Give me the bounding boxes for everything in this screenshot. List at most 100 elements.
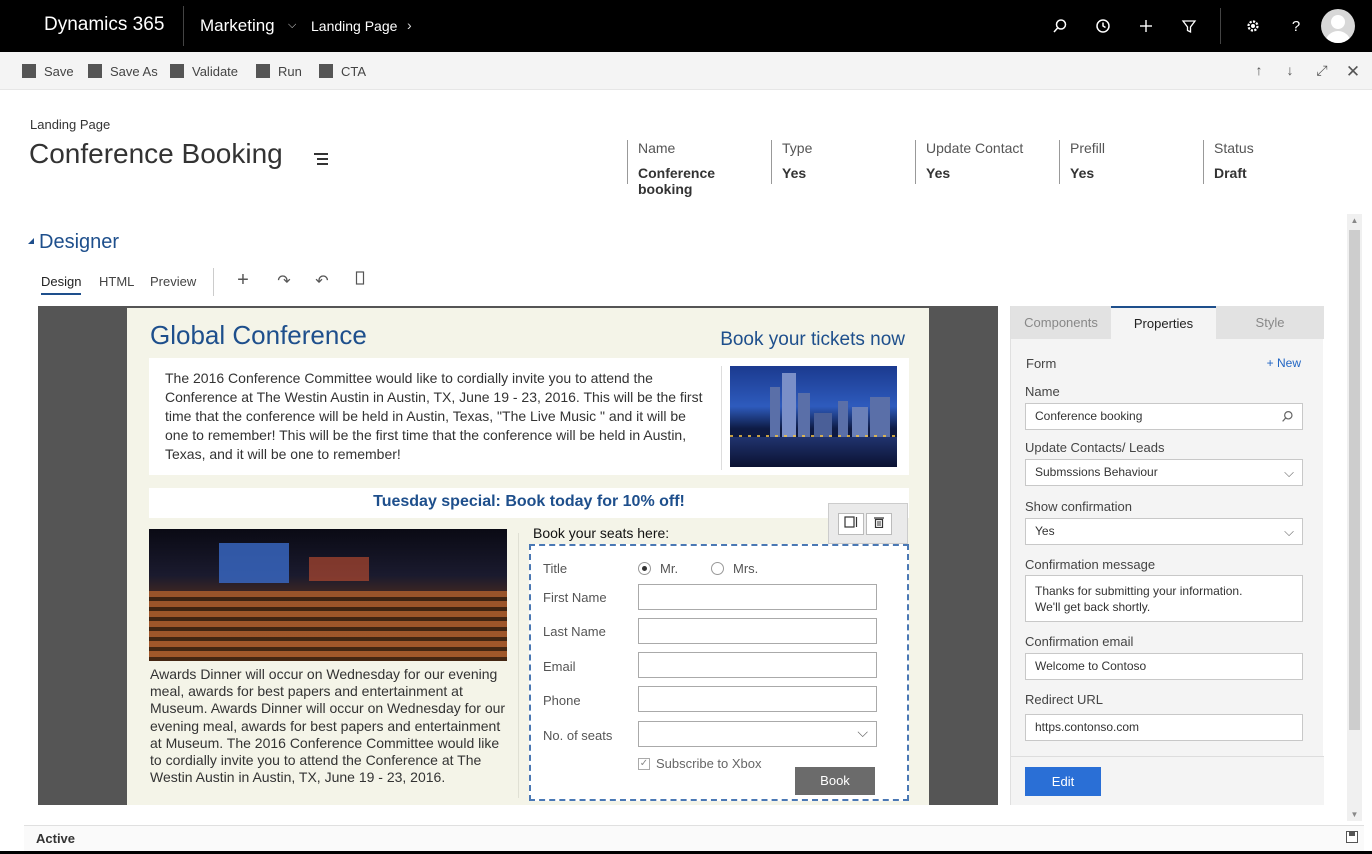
scroll-down-icon[interactable]: ▼ <box>1350 810 1359 819</box>
intro-divider <box>721 366 722 470</box>
close-icon[interactable]: ✕ <box>1344 62 1362 81</box>
app-window: Dynamics 365 Marketing ⌵ Landing Page › … <box>0 0 1372 854</box>
redirect-url-label: Redirect URL <box>1025 692 1104 707</box>
title-label: Title <box>543 561 568 576</box>
tab-html[interactable]: HTML <box>99 274 134 289</box>
seats-select[interactable]: ⌵ <box>638 721 877 747</box>
conference-hall-image[interactable] <box>149 529 507 661</box>
scroll-up-icon[interactable]: ▲ <box>1350 216 1359 225</box>
settings-icon[interactable] <box>1241 14 1265 38</box>
edit-button[interactable]: Edit <box>1025 767 1101 796</box>
cta-button[interactable]: CTA <box>319 63 366 79</box>
entity-type-label: Landing Page <box>30 117 111 132</box>
radio-mr[interactable]: Mr. <box>638 561 678 576</box>
search-icon[interactable] <box>1048 14 1072 38</box>
edit-block-icon[interactable] <box>838 513 864 535</box>
plus-icon[interactable] <box>1134 14 1158 38</box>
top-nav-bar: Dynamics 365 Marketing ⌵ Landing Page › … <box>0 0 1372 52</box>
expand-icon[interactable]: ⤢ <box>1313 62 1331 80</box>
chevron-down-icon[interactable]: ⌵ <box>288 19 296 32</box>
awards-text[interactable]: Awards Dinner will occur on Wednesday fo… <box>150 666 510 786</box>
panel-section-title: Form <box>1026 356 1057 371</box>
user-avatar[interactable] <box>1321 9 1355 43</box>
page-heading[interactable]: Global Conference <box>150 320 367 351</box>
confirmation-message-label: Confirmation message <box>1025 557 1156 572</box>
intro-text: The 2016 Conference Committee would like… <box>165 370 703 462</box>
confirmation-email-input[interactable]: Welcome to Contoso <box>1025 653 1303 680</box>
validate-button[interactable]: Validate <box>170 63 238 79</box>
save-as-icon <box>88 64 102 78</box>
help-icon[interactable]: ? <box>1284 14 1308 38</box>
arrow-up-icon[interactable]: ↑ <box>1250 62 1268 80</box>
special-offer-banner[interactable]: Tuesday special: Book today for 10% off! <box>149 488 909 518</box>
tab-preview[interactable]: Preview <box>150 274 196 289</box>
delete-block-icon[interactable] <box>866 513 892 535</box>
tab-properties[interactable]: Properties <box>1111 306 1216 339</box>
record-status: Active <box>36 831 76 846</box>
arrow-down-icon[interactable]: ↓ <box>1281 62 1299 80</box>
first-name-label: First Name <box>543 590 607 605</box>
book-button[interactable]: Book <box>795 767 875 795</box>
designer-section-title[interactable]: Designer <box>39 231 119 254</box>
chevron-right-icon[interactable]: › <box>407 17 412 33</box>
show-confirmation-select[interactable]: Yes ⌵ <box>1025 518 1303 545</box>
booking-form[interactable]: Title Mr. Mrs. First Name Last Name Emai… <box>529 544 909 801</box>
new-link[interactable]: + New <box>1267 356 1301 370</box>
city-skyline-image[interactable] <box>730 366 897 467</box>
name-label: Name <box>1025 384 1060 399</box>
nav-divider <box>183 6 184 46</box>
header-field-status: Status Draft <box>1203 140 1333 184</box>
validate-icon <box>170 64 184 78</box>
redirect-url-input[interactable]: https.contonso.com <box>1025 714 1303 741</box>
last-name-input[interactable] <box>638 618 877 644</box>
scroll-thumb[interactable] <box>1349 230 1360 730</box>
show-confirmation-label: Show confirmation <box>1025 499 1132 514</box>
intro-section[interactable]: The 2016 Conference Committee would like… <box>149 358 909 475</box>
seats-label: No. of seats <box>543 728 613 743</box>
booking-form-title[interactable]: Book your seats here: <box>533 525 669 541</box>
tab-components[interactable]: Components <box>1011 306 1111 339</box>
app-brand[interactable]: Dynamics 365 <box>44 14 164 36</box>
header-field-type: Type Yes <box>771 140 915 184</box>
subscribe-checkbox[interactable]: ✓ Subscribe to Xbox <box>638 756 762 771</box>
history-icon[interactable] <box>1091 14 1115 38</box>
run-button[interactable]: Run <box>256 63 302 79</box>
search-icon[interactable] <box>1281 404 1294 431</box>
filter-icon[interactable] <box>1177 14 1201 38</box>
save-as-button[interactable]: Save As <box>88 63 158 79</box>
designer-canvas[interactable]: Global Conference Book your tickets now … <box>38 306 998 805</box>
chevron-down-icon: ⌵ <box>1284 465 1294 480</box>
header-field-prefill: Prefill Yes <box>1059 140 1203 184</box>
phone-input[interactable] <box>638 686 877 712</box>
device-icon[interactable] <box>350 271 370 291</box>
email-input[interactable] <box>638 652 877 678</box>
redo-icon[interactable]: ↷ <box>274 271 294 291</box>
breadcrumb-landing-page[interactable]: Landing Page <box>311 18 397 34</box>
special-offer-text: Tuesday special: Book today for 10% off! <box>373 493 685 510</box>
vertical-scrollbar[interactable]: ▲ ▼ <box>1347 214 1362 821</box>
panel-footer: Edit <box>1011 756 1324 805</box>
title-menu-icon[interactable] <box>308 151 328 167</box>
save-icon[interactable] <box>1346 831 1358 843</box>
name-lookup-input[interactable]: Conference booking <box>1025 403 1303 430</box>
tab-style[interactable]: Style <box>1216 306 1324 339</box>
save-icon <box>22 64 36 78</box>
tab-design[interactable]: Design <box>41 274 82 295</box>
phone-label: Phone <box>543 693 581 708</box>
undo-icon[interactable]: ↶ <box>312 271 332 291</box>
book-tickets-link[interactable]: Book your tickets now <box>720 329 905 351</box>
properties-panel: Components Properties Style Form + New N… <box>1010 306 1324 805</box>
radio-mrs[interactable]: Mrs. <box>711 561 758 576</box>
save-button[interactable]: Save <box>22 63 74 79</box>
first-name-input[interactable] <box>638 584 877 610</box>
checkbox-checked-icon: ✓ <box>638 757 650 770</box>
module-selector[interactable]: Marketing <box>200 16 275 36</box>
confirmation-message-textarea[interactable]: Thanks for submitting your information. … <box>1025 575 1303 622</box>
add-icon[interactable]: + <box>233 269 253 291</box>
panel-tabs: Components Properties Style <box>1011 306 1324 339</box>
update-contacts-select[interactable]: Submssions Behaviour ⌵ <box>1025 459 1303 486</box>
collapse-caret-icon[interactable] <box>28 238 34 244</box>
confirmation-email-label: Confirmation email <box>1025 634 1134 649</box>
command-bar: Save Save As Validate Run CTA ↑ ↓ ⤢ ✕ <box>0 52 1372 90</box>
header-field-name: Name Conference booking <box>627 140 771 197</box>
